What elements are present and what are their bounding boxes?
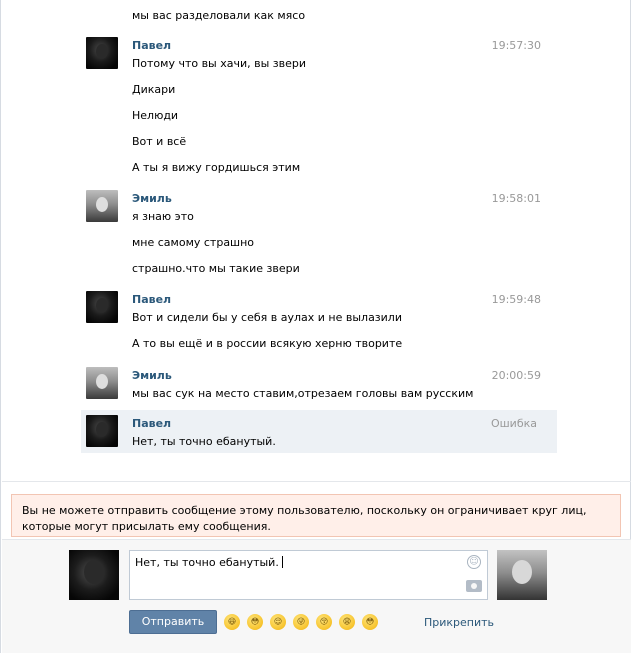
- message-text: страшно.что мы такие звери: [132, 262, 300, 275]
- message-text: Потому что вы хачи, вы звери: [132, 57, 307, 70]
- message-author[interactable]: Эмиль: [132, 369, 172, 382]
- message-text: Вот и сидели бы у себя в аулах и не выла…: [132, 311, 402, 324]
- avatar[interactable]: [86, 415, 118, 447]
- avatar[interactable]: [86, 291, 118, 323]
- message-text: мы вас разделовали как мясо: [132, 9, 306, 22]
- emoji-kiss-icon[interactable]: 😚: [316, 614, 332, 630]
- emoji-weary-icon[interactable]: 😩: [339, 614, 355, 630]
- dialog-window: мы вас разделовали как мясо Павел 19:57:…: [0, 0, 631, 653]
- warning-banner: Вы не можете отправить сообщение этому п…: [11, 494, 621, 537]
- message-author[interactable]: Эмиль: [132, 192, 172, 205]
- text-cursor: [282, 556, 284, 568]
- message-author[interactable]: Павел: [132, 293, 171, 306]
- emoji-wink-tongue-icon[interactable]: 😜: [293, 614, 309, 630]
- message-text: я знаю это: [132, 210, 194, 223]
- emoji-laughing-icon[interactable]: 😆: [224, 614, 240, 630]
- message-group: Эмиль 19:58:01 я знаю это мне самому стр…: [81, 189, 557, 285]
- my-avatar[interactable]: [69, 550, 119, 600]
- message-group: Павел 19:57:30 Потому что вы хачи, вы зв…: [81, 36, 557, 186]
- message-time: 19:59:48: [491, 293, 541, 306]
- emoji-relieved-icon[interactable]: 😌: [270, 614, 286, 630]
- message-input-value: Нет, ты точно ебанутый.: [135, 556, 279, 569]
- message-input[interactable]: Нет, ты точно ебанутый. ☺: [129, 550, 488, 600]
- divider: [2, 481, 631, 482]
- message-time: 19:57:30: [491, 39, 541, 52]
- recipient-avatar[interactable]: [497, 550, 547, 600]
- message-text: мне самому страшно: [132, 236, 255, 249]
- message-group: Эмиль 20:00:59 мы вас сук на место стави…: [81, 366, 557, 406]
- send-button[interactable]: Отправить: [129, 610, 217, 634]
- avatar[interactable]: [86, 367, 118, 399]
- message-time: 19:58:01: [491, 192, 541, 205]
- message-text: Дикари: [132, 83, 176, 96]
- emoji-flushed-icon[interactable]: 😳: [247, 614, 263, 630]
- message-text: Нет, ты точно ебанутый.: [132, 435, 276, 448]
- avatar[interactable]: [86, 190, 118, 222]
- message-text: А то вы ещё и в россии всякую херню твор…: [132, 337, 403, 350]
- message-text: мы вас сук на место ставим,отрезаем голо…: [132, 387, 474, 400]
- emoji-flushed-icon[interactable]: 😳: [362, 614, 378, 630]
- message-author[interactable]: Павел: [132, 39, 171, 52]
- message-composer: Нет, ты точно ебанутый. ☺ Отправить 😆 😳 …: [2, 539, 631, 653]
- failed-message: Павел Ошибка Нет, ты точно ебанутый.: [81, 410, 557, 453]
- avatar[interactable]: [86, 37, 118, 69]
- error-status: Ошибка: [490, 417, 537, 430]
- message-author[interactable]: Павел: [132, 417, 171, 430]
- message-group: Павел 19:59:48 Вот и сидели бы у себя в …: [81, 290, 557, 360]
- message-text: Вот и всё: [132, 135, 187, 148]
- attach-link[interactable]: Прикрепить: [424, 616, 494, 629]
- message-text: А ты я вижу гордишься этим: [132, 161, 301, 174]
- smile-icon[interactable]: ☺: [467, 555, 481, 569]
- message-text: Нелюди: [132, 109, 179, 122]
- message-time: 20:00:59: [491, 369, 541, 382]
- camera-icon[interactable]: [466, 580, 482, 592]
